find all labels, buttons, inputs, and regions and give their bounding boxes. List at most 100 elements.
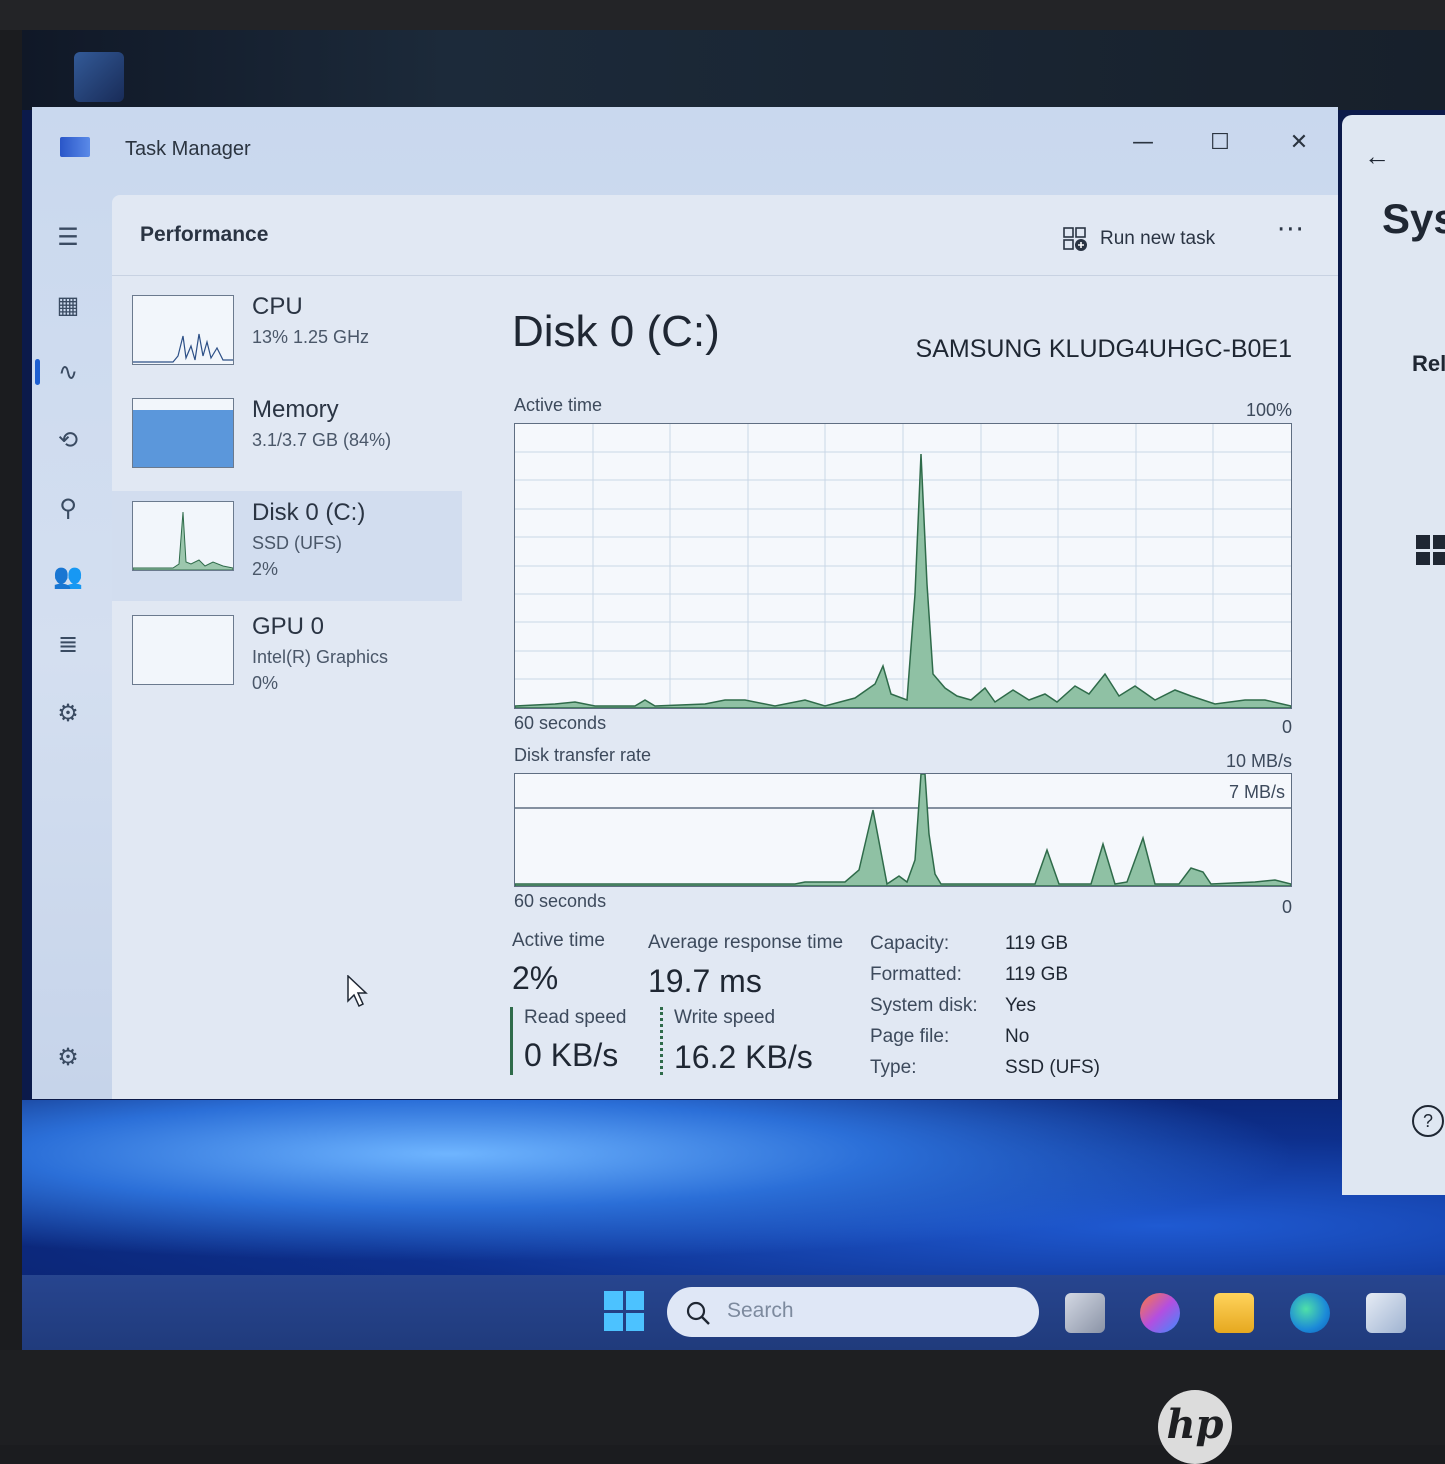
read-speed-label: Read speed bbox=[524, 1007, 627, 1028]
file-explorer-icon[interactable] bbox=[1214, 1293, 1254, 1333]
write-speed-label: Write speed bbox=[674, 1007, 776, 1028]
perf-item-disk[interactable]: Disk 0 (C:) SSD (UFS) 2% bbox=[112, 491, 462, 601]
perf-name: CPU bbox=[252, 293, 303, 320]
laptop-bezel-top bbox=[0, 0, 1445, 30]
property-key: Capacity: bbox=[870, 933, 950, 954]
memory-thumbnail bbox=[132, 398, 234, 468]
perf-sub: Intel(R) Graphics bbox=[252, 647, 389, 667]
active-time-min-label: 0 bbox=[1281, 717, 1292, 737]
active-time-max-label: 100% bbox=[1245, 400, 1292, 420]
details-icon[interactable]: ≣ bbox=[48, 624, 88, 664]
processes-icon[interactable]: ▦ bbox=[48, 285, 88, 325]
property-key: Page file: bbox=[870, 1026, 950, 1047]
avg-response-value: 19.7 ms bbox=[648, 963, 762, 999]
active-time-chart bbox=[515, 424, 1291, 708]
help-icon[interactable]: ? bbox=[1412, 1105, 1444, 1137]
settings-title: Sys bbox=[1382, 195, 1445, 242]
cpu-thumbnail bbox=[132, 295, 234, 365]
perf-sub: 2% bbox=[252, 559, 279, 579]
desktop-icon[interactable] bbox=[74, 52, 124, 102]
settings-window-peek[interactable]: ← Sys Rel ? bbox=[1342, 115, 1445, 1195]
disk-title: Disk 0 (C:) bbox=[512, 307, 720, 356]
perf-name: Memory bbox=[252, 396, 339, 423]
property-key: System disk: bbox=[870, 995, 978, 1016]
perf-name: Disk 0 (C:) bbox=[252, 499, 366, 526]
settings-icon[interactable]: ⚙ bbox=[48, 1037, 88, 1077]
disk-sparkline bbox=[133, 511, 233, 570]
close-button[interactable]: ✕ bbox=[1274, 121, 1324, 165]
page-title: Performance bbox=[140, 223, 269, 246]
transfer-rate-max-label: 10 MB/s bbox=[1225, 751, 1292, 771]
hamburger-icon[interactable]: ☰ bbox=[48, 217, 88, 257]
transfer-rate-chart bbox=[515, 774, 1291, 886]
taskbar: Search bbox=[22, 1275, 1445, 1350]
active-time-graph-label: Active time bbox=[514, 395, 603, 415]
mouse-cursor-icon bbox=[347, 975, 368, 1008]
perf-item-cpu[interactable]: CPU 13% 1.25 GHz bbox=[112, 285, 462, 385]
disk-thumbnail bbox=[132, 501, 234, 571]
transfer-rate-graph: 7 MB/s bbox=[514, 773, 1292, 887]
settings-subtitle: Rel bbox=[1412, 351, 1445, 376]
more-options-icon[interactable]: ··· bbox=[1277, 215, 1305, 245]
window-title: Task Manager bbox=[125, 138, 251, 160]
task-manager-logo-icon bbox=[60, 137, 90, 157]
microsoft-store-icon[interactable] bbox=[1366, 1293, 1406, 1333]
write-speed-bar bbox=[660, 1007, 663, 1075]
search-placeholder: Search bbox=[727, 1299, 794, 1322]
services-icon[interactable]: ⚙ bbox=[48, 693, 88, 733]
edge-browser-icon[interactable] bbox=[1290, 1293, 1330, 1333]
transfer-rate-graph-label: Disk transfer rate bbox=[514, 745, 652, 765]
active-time-duration-label: 60 seconds bbox=[514, 713, 607, 733]
property-key: Formatted: bbox=[870, 964, 962, 985]
copilot-icon[interactable] bbox=[1140, 1293, 1180, 1333]
app-history-icon[interactable]: ⟲ bbox=[48, 420, 88, 460]
screen: Task Manager — ☐ ✕ ☰ ▦ ∿ ⟲ ⚲ 👥 ≣ ⚙ ⚙ Per… bbox=[22, 30, 1445, 1350]
taskbar-search-box[interactable]: Search bbox=[667, 1287, 1039, 1337]
perf-sub: 0% bbox=[252, 673, 279, 693]
read-speed-bar bbox=[510, 1007, 513, 1075]
content-pane: Performance Run new task ··· CPU 13% 1.2… bbox=[112, 195, 1338, 1099]
run-task-icon bbox=[1063, 227, 1087, 251]
search-icon bbox=[686, 1301, 710, 1325]
run-new-task-button[interactable]: Run new task bbox=[1062, 221, 1215, 257]
disk-model: SAMSUNG KLUDG4UHGC-B0E1 bbox=[915, 335, 1292, 363]
wallpaper bbox=[22, 1100, 1445, 1280]
desktop-background bbox=[22, 30, 1445, 110]
avg-response-label: Average response time bbox=[648, 932, 844, 953]
property-key: Type: bbox=[870, 1057, 917, 1078]
cpu-sparkline bbox=[133, 333, 233, 363]
property-value: Yes bbox=[1005, 995, 1036, 1016]
memory-fill bbox=[133, 409, 233, 467]
run-task-label: Run new task bbox=[1100, 228, 1216, 249]
users-icon[interactable]: 👥 bbox=[48, 556, 88, 596]
transfer-rate-duration-label: 60 seconds bbox=[514, 891, 607, 911]
perf-name: GPU 0 bbox=[252, 613, 325, 640]
active-indicator bbox=[35, 359, 40, 385]
perf-sub: 3.1/3.7 GB (84%) bbox=[252, 430, 392, 450]
transfer-rate-min-label: 0 bbox=[1281, 897, 1292, 917]
hp-logo: hp bbox=[1158, 1390, 1232, 1464]
active-time-graph bbox=[514, 423, 1292, 709]
back-arrow-icon[interactable]: ← bbox=[1364, 141, 1390, 172]
start-button[interactable] bbox=[604, 1291, 644, 1331]
property-value: 119 GB bbox=[1005, 964, 1069, 985]
startup-apps-icon[interactable]: ⚲ bbox=[48, 488, 88, 528]
windows-logo-icon bbox=[1416, 535, 1445, 565]
maximize-button[interactable]: ☐ bbox=[1195, 121, 1245, 165]
transfer-rate-mid-label: 7 MB/s bbox=[1228, 782, 1285, 802]
minimize-button[interactable]: — bbox=[1118, 121, 1168, 165]
title-bar[interactable]: Task Manager — ☐ ✕ bbox=[32, 107, 1338, 197]
performance-icon[interactable]: ∿ bbox=[48, 352, 88, 392]
active-time-label: Active time bbox=[512, 930, 605, 951]
perf-item-gpu[interactable]: GPU 0 Intel(R) Graphics 0% bbox=[112, 605, 462, 705]
content-header: Performance Run new task ··· bbox=[112, 195, 1338, 276]
write-speed-value: 16.2 KB/s bbox=[674, 1039, 813, 1075]
property-value: No bbox=[1005, 1026, 1030, 1047]
navigation-rail: ☰ ▦ ∿ ⟲ ⚲ 👥 ≣ ⚙ ⚙ bbox=[32, 197, 112, 1099]
property-value: 119 GB bbox=[1005, 933, 1069, 954]
property-value: SSD (UFS) bbox=[1005, 1057, 1100, 1078]
task-manager-window: Task Manager — ☐ ✕ ☰ ▦ ∿ ⟲ ⚲ 👥 ≣ ⚙ ⚙ Per… bbox=[32, 107, 1338, 1099]
task-view-icon[interactable] bbox=[1065, 1293, 1105, 1333]
perf-item-memory[interactable]: Memory 3.1/3.7 GB (84%) bbox=[112, 388, 462, 488]
gpu-thumbnail bbox=[132, 615, 234, 685]
